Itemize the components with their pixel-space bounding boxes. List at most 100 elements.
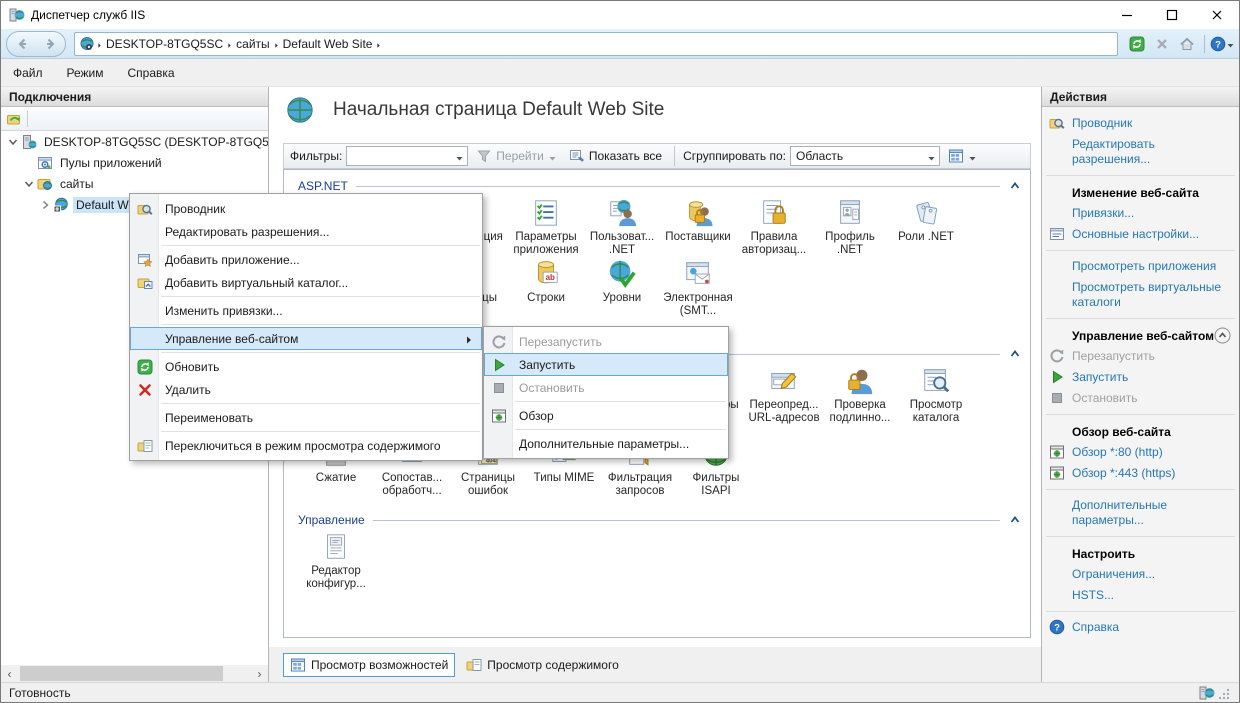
actions-header: Действия bbox=[1042, 87, 1239, 107]
maximize-button[interactable] bbox=[1149, 1, 1194, 29]
breadcrumb-item[interactable]: DESKTOP-8TGQ5SC bbox=[106, 37, 223, 51]
minimize-icon bbox=[1119, 7, 1135, 23]
feature-item-label: Роли .NET bbox=[898, 231, 954, 244]
group-by-combobox[interactable]: Область bbox=[790, 146, 940, 166]
feature-item[interactable]: Проверка подлинно... bbox=[822, 366, 898, 425]
feature-item[interactable]: Поставщики bbox=[660, 198, 736, 257]
forward-button[interactable] bbox=[43, 36, 59, 52]
browse-icon bbox=[484, 408, 513, 424]
action-link[interactable]: Обзор *:80 (http) bbox=[1042, 442, 1239, 463]
tree-item[interactable]: сайты bbox=[1, 173, 268, 194]
menubar-item[interactable]: Справка bbox=[116, 61, 187, 85]
net-profile-icon bbox=[835, 198, 865, 228]
feature-item[interactable]: abСтроки bbox=[508, 259, 584, 318]
tree-expanded-icon[interactable] bbox=[7, 136, 19, 148]
tree-expanded-icon[interactable] bbox=[23, 178, 35, 190]
menu-item[interactable]: Перезапустить bbox=[484, 330, 728, 353]
context-menu: ПроводникРедактировать разрешения... Доба… bbox=[129, 193, 483, 461]
go-button[interactable]: Перейти bbox=[472, 146, 561, 166]
menu-item[interactable]: Остановить bbox=[484, 376, 728, 399]
action-link[interactable]: Проводник bbox=[1042, 113, 1239, 134]
menu-item[interactable]: Обзор bbox=[484, 404, 728, 427]
menu-item[interactable]: Запустить bbox=[484, 353, 728, 376]
menubar-item[interactable]: Режим bbox=[55, 61, 116, 85]
show-all-button[interactable]: Показать все bbox=[565, 146, 666, 166]
feature-item[interactable]: Роли .NET bbox=[888, 198, 964, 257]
scrollbar-thumb[interactable] bbox=[20, 666, 223, 681]
menu-item[interactable]: Редактировать разрешения... bbox=[130, 220, 482, 243]
page-header: Начальная страница Default Web Site bbox=[285, 95, 664, 125]
scroll-right-icon[interactable]: › bbox=[251, 665, 268, 682]
feature-item[interactable]: Параметры приложения bbox=[508, 198, 584, 257]
menu-item[interactable]: Обновить bbox=[130, 355, 482, 378]
view-tab[interactable]: Просмотр возможностей bbox=[283, 653, 455, 677]
feature-item[interactable]: Пользоват... .NET bbox=[584, 198, 660, 257]
view-tab[interactable]: Просмотр содержимого bbox=[459, 653, 625, 677]
action-link-label: Просмотреть виртуальные каталоги bbox=[1072, 280, 1221, 309]
action-link[interactable]: Привязки... bbox=[1042, 203, 1239, 224]
section-collapse-icon[interactable] bbox=[1008, 179, 1022, 193]
collapse-circle-icon[interactable] bbox=[1214, 327, 1231, 344]
menu-item[interactable]: Проводник bbox=[130, 197, 482, 220]
breadcrumb-item[interactable]: сайты bbox=[236, 37, 270, 51]
action-link-label: Привязки... bbox=[1072, 206, 1134, 220]
feature-item[interactable]: Профиль .NET bbox=[812, 198, 888, 257]
breadcrumb-item[interactable]: Default Web Site bbox=[283, 37, 373, 51]
close-button[interactable] bbox=[1194, 1, 1239, 29]
menu-item[interactable]: Переименовать bbox=[130, 406, 482, 429]
home-button[interactable] bbox=[1176, 33, 1198, 55]
feature-item[interactable]: Уровни bbox=[584, 259, 660, 318]
feature-item[interactable]: Правила авторизац... bbox=[736, 198, 812, 257]
menubar-item[interactable]: Файл bbox=[1, 61, 55, 85]
scrollbar-track[interactable] bbox=[18, 665, 251, 682]
menu-item[interactable]: Добавить виртуальный каталог... bbox=[130, 271, 482, 294]
minimize-button[interactable] bbox=[1104, 1, 1149, 29]
action-link[interactable]: Просмотреть приложения bbox=[1042, 256, 1239, 277]
stop-button[interactable] bbox=[1151, 33, 1173, 55]
connections-toolbar bbox=[1, 107, 268, 131]
menu-item[interactable]: Управление веб-сайтом bbox=[130, 327, 482, 350]
tree-collapsed-icon[interactable] bbox=[39, 199, 51, 211]
breadcrumb[interactable]: DESKTOP-8TGQ5SC сайты Default Web Site bbox=[74, 32, 1118, 56]
feature-item[interactable]: Электронная (SMT... bbox=[660, 259, 736, 318]
menu-item[interactable]: Изменить привязки... bbox=[130, 299, 482, 322]
action-link[interactable]: Редактировать разрешения... bbox=[1042, 134, 1239, 170]
menu-item[interactable]: Дополнительные параметры... bbox=[484, 432, 728, 455]
feature-item[interactable]: Редактор конфигур... bbox=[298, 532, 374, 591]
menu-item[interactable]: Удалить bbox=[130, 378, 482, 401]
tree-item[interactable]: Пулы приложений bbox=[1, 152, 268, 173]
menu-item[interactable]: Добавить приложение... bbox=[130, 248, 482, 271]
actions-separator bbox=[1046, 250, 1235, 251]
action-link[interactable]: Запустить bbox=[1042, 367, 1239, 388]
action-link[interactable]: Просмотреть виртуальные каталоги bbox=[1042, 277, 1239, 313]
scroll-left-icon[interactable]: ‹ bbox=[1, 665, 18, 682]
section-collapse-icon[interactable] bbox=[1008, 513, 1022, 527]
resize-grip[interactable] bbox=[1215, 685, 1231, 701]
action-link[interactable]: Обзор *:443 (https) bbox=[1042, 463, 1239, 484]
action-link: Остановить bbox=[1042, 388, 1239, 409]
save-connection-button[interactable] bbox=[6, 111, 22, 127]
filter-combobox[interactable] bbox=[346, 146, 468, 166]
back-button[interactable] bbox=[14, 36, 30, 52]
horizontal-scrollbar[interactable]: ‹ › bbox=[1, 665, 268, 682]
feature-item-label: Сжатие bbox=[316, 472, 356, 485]
help-button[interactable]: ? bbox=[1211, 33, 1233, 55]
view-mode-button[interactable] bbox=[944, 146, 981, 166]
browse-icon bbox=[491, 408, 507, 424]
action-link[interactable]: HSTS... bbox=[1042, 585, 1239, 606]
section-collapse-icon[interactable] bbox=[1008, 347, 1022, 361]
refresh-button[interactable] bbox=[1126, 33, 1148, 55]
action-link[interactable]: Основные настройки... bbox=[1042, 224, 1239, 245]
feature-item[interactable]: Просмотр каталога bbox=[898, 366, 974, 425]
play-icon bbox=[491, 357, 507, 373]
actions-separator bbox=[1046, 489, 1235, 490]
toolbar-separator bbox=[27, 111, 28, 127]
tree-item[interactable]: DESKTOP-8TGQ5SC (DESKTOP-8TGQ5SC\v bbox=[1, 131, 268, 152]
action-link[interactable]: Дополнительные параметры... bbox=[1042, 495, 1239, 531]
menu-item-label: Удалить bbox=[165, 383, 474, 397]
action-link[interactable]: ?Справка bbox=[1042, 617, 1239, 638]
add-app-icon bbox=[137, 252, 153, 268]
action-link[interactable]: Ограничения... bbox=[1042, 564, 1239, 585]
menu-item[interactable]: Переключиться в режим просмотра содержим… bbox=[130, 434, 482, 457]
feature-item[interactable]: Переопред... URL-адресов bbox=[746, 366, 822, 425]
